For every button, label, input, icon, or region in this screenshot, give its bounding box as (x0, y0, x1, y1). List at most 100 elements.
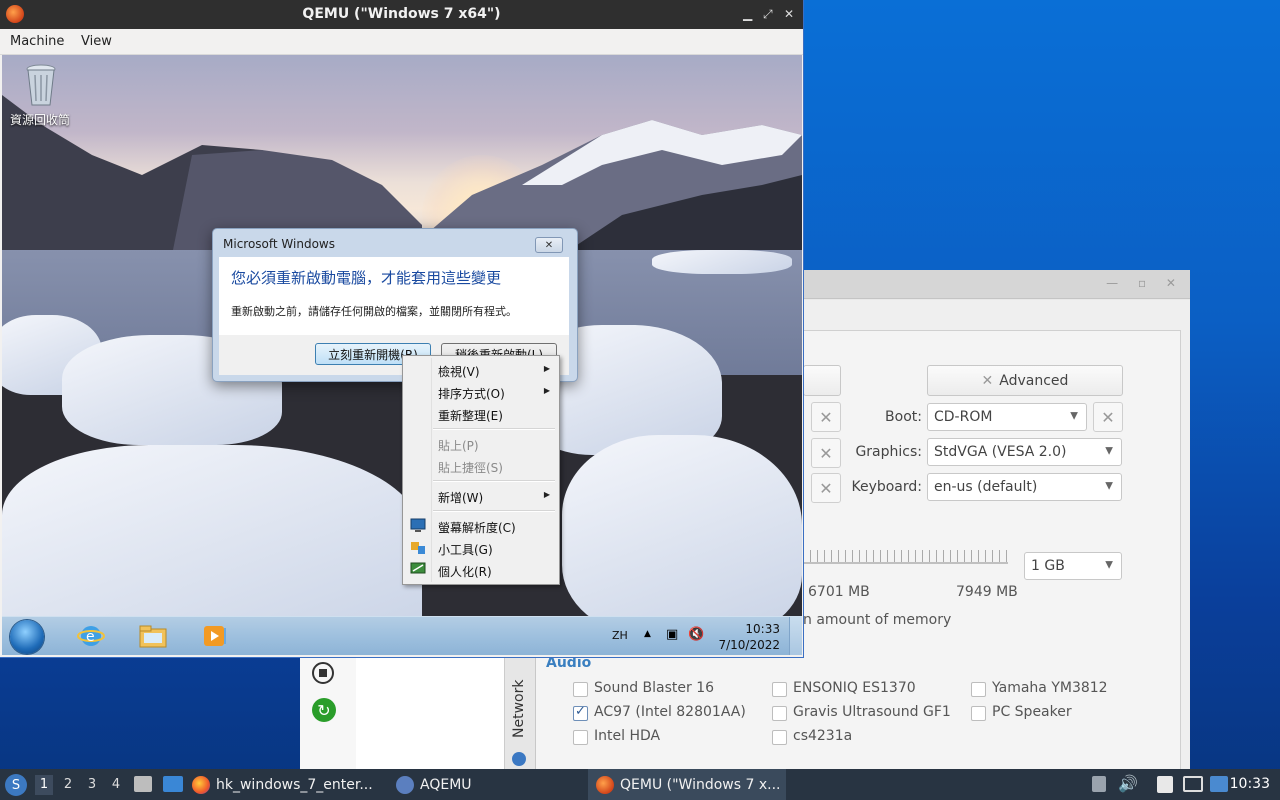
audio-label-sb16: Sound Blaster 16 (594, 680, 715, 696)
tool-icon[interactable]: ✕ (811, 402, 841, 432)
menu-item-gadgets[interactable]: 小工具(G) (404, 537, 558, 559)
audio-label-pcspk: PC Speaker (992, 704, 1072, 720)
firefox-icon (192, 775, 210, 794)
submenu-arrow-icon: ▶ (543, 364, 550, 373)
task-qemu[interactable]: QEMU ("Windows 7 x... (588, 769, 786, 800)
memory-slider[interactable] (803, 550, 1008, 564)
show-desktop-button[interactable] (789, 617, 802, 655)
menu-item-label: 重新整理(E) (438, 409, 503, 423)
advanced-button[interactable]: ✕ Advanced (927, 365, 1123, 396)
chevron-down-icon: ▼ (1070, 410, 1078, 422)
volume-icon[interactable]: 🔊 (1118, 774, 1138, 793)
workspace-1[interactable]: 1 (35, 775, 53, 795)
close-icon[interactable]: ✕ (784, 7, 794, 21)
audio-label-hda: Intel HDA (594, 728, 661, 744)
qemu-icon (596, 775, 614, 794)
start-menu-icon[interactable]: S (5, 774, 27, 796)
wallpaper-ice (652, 250, 792, 274)
guest-date: 7/10/2022 (718, 638, 780, 652)
wallpaper-ice (562, 435, 802, 635)
language-indicator[interactable]: ZH (612, 629, 628, 642)
boot-select-value: CD-ROM (934, 409, 993, 425)
menu-item-label: 個人化(R) (438, 565, 492, 579)
wrench-icon: ✕ (981, 372, 994, 389)
aqemu-prev-tab-button[interactable] (803, 365, 841, 396)
graphics-select[interactable]: StdVGA (VESA 2.0) ▼ (927, 438, 1122, 466)
workspace-4[interactable]: 4 (107, 775, 125, 795)
audio-checkbox-pcspk[interactable] (971, 706, 986, 721)
show-desktop-icon[interactable] (163, 776, 183, 792)
file-explorer-icon[interactable] (136, 621, 170, 651)
submenu-arrow-icon: ▶ (543, 386, 550, 395)
update-icon[interactable] (1210, 776, 1228, 792)
dialog-heading: 您必須重新啟動電腦，才能套用這些變更 (231, 269, 502, 287)
media-player-icon[interactable] (198, 621, 232, 651)
menu-item-sort[interactable]: 排序方式(O) ▶ (404, 381, 558, 403)
network-tray-icon[interactable]: ▣ (666, 627, 678, 642)
host-taskbar: S 1 2 3 4 hk_windows_7_enter... AQEMU QE… (0, 769, 1280, 800)
menu-item-new[interactable]: 新增(W) ▶ (404, 485, 558, 507)
clipboard-icon[interactable] (1157, 776, 1173, 793)
menu-machine[interactable]: Machine (10, 34, 64, 49)
minimize-icon[interactable]: ▁ (743, 7, 752, 21)
audio-checkbox-sb16[interactable] (573, 682, 588, 697)
submenu-arrow-icon: ▶ (543, 490, 550, 499)
internet-explorer-icon[interactable]: e (74, 621, 108, 651)
desktop-context-menu: 檢視(V) ▶ 排序方式(O) ▶ 重新整理(E) 貼上(P) 貼上捷徑(S) … (402, 355, 560, 585)
maximize-icon[interactable]: ⤢ (763, 7, 773, 22)
recycle-bin-label: 資源回收筒 (10, 113, 71, 127)
menu-item-label: 貼上捷徑(S) (438, 461, 503, 475)
network-tab-label: Network (511, 679, 527, 738)
file-manager-icon[interactable] (134, 776, 152, 792)
menu-view[interactable]: View (81, 34, 112, 49)
recycle-bin-icon[interactable] (24, 63, 58, 107)
windows-start-orb-icon[interactable] (10, 620, 44, 654)
audio-checkbox-es1370[interactable] (772, 682, 787, 697)
menu-separator (433, 428, 555, 430)
host-clock[interactable]: 10:33 (1230, 776, 1270, 792)
menu-item-label: 貼上(P) (438, 439, 479, 453)
stop-icon[interactable] (312, 662, 334, 684)
qemu-window-title: QEMU ("Windows 7 x64") (302, 6, 501, 22)
audio-checkbox-ac97[interactable] (573, 704, 588, 721)
task-aqemu[interactable]: AQEMU (396, 769, 576, 800)
menu-item-screen-resolution[interactable]: 螢幕解析度(C) (404, 515, 558, 537)
wallpaper-ice (2, 445, 422, 645)
menu-item-view[interactable]: 檢視(V) ▶ (404, 359, 558, 381)
workspace-3[interactable]: 3 (83, 775, 101, 795)
audio-checkbox-cs4231a[interactable] (772, 730, 787, 745)
aqemu-vm-list[interactable] (356, 658, 505, 770)
audio-label-ym3812: Yamaha YM3812 (992, 680, 1108, 696)
boot-select[interactable]: CD-ROM ▼ (927, 403, 1087, 431)
menu-item-label: 螢幕解析度(C) (438, 521, 516, 535)
dialog-title: Microsoft Windows (223, 237, 335, 251)
qemu-titlebar[interactable]: QEMU ("Windows 7 x64") ▁ ⤢ ✕ (0, 0, 803, 29)
menu-item-personalize[interactable]: 個人化(R) (404, 559, 558, 581)
reset-icon[interactable]: ↻ (312, 698, 336, 722)
guest-clock[interactable]: 10:33 7/10/2022 (718, 621, 780, 653)
dialog-close-button[interactable]: ✕ (535, 237, 563, 253)
task-label: AQEMU (420, 776, 472, 793)
task-firefox[interactable]: hk_windows_7_enter... (192, 769, 382, 800)
personalize-icon (410, 562, 426, 574)
boot-label: Boot: (885, 409, 922, 425)
memory-select-value: 1 GB (1031, 558, 1065, 574)
audio-checkbox-hda[interactable] (573, 730, 588, 745)
network-tab[interactable]: Network (505, 658, 536, 770)
memory-select[interactable]: 1 GB ▼ (1024, 552, 1122, 580)
task-label: hk_windows_7_enter... (216, 776, 373, 793)
keyboard-select[interactable]: en-us (default) ▼ (927, 473, 1122, 501)
advanced-button-label: Advanced (999, 372, 1069, 389)
guest-screen[interactable]: 資源回收筒 Microsoft Windows ✕ 您必須重新啟動電腦，才能套用… (2, 55, 802, 655)
tray-eject-icon[interactable] (1092, 776, 1106, 792)
audio-title: Audio (546, 655, 592, 671)
aqemu-window-controls[interactable]: — ▫ ✕ (1106, 276, 1184, 290)
workspace-2[interactable]: 2 (59, 775, 77, 795)
network-icon[interactable] (1183, 776, 1203, 792)
audio-checkbox-ym3812[interactable] (971, 682, 986, 697)
volume-muted-icon[interactable]: 🔇 (688, 627, 704, 642)
boot-tool-icon[interactable]: ✕ (1093, 402, 1123, 432)
menu-item-refresh[interactable]: 重新整理(E) (404, 403, 558, 425)
tray-expand-icon[interactable]: ▲ (644, 629, 651, 639)
audio-checkbox-gus[interactable] (772, 706, 787, 721)
